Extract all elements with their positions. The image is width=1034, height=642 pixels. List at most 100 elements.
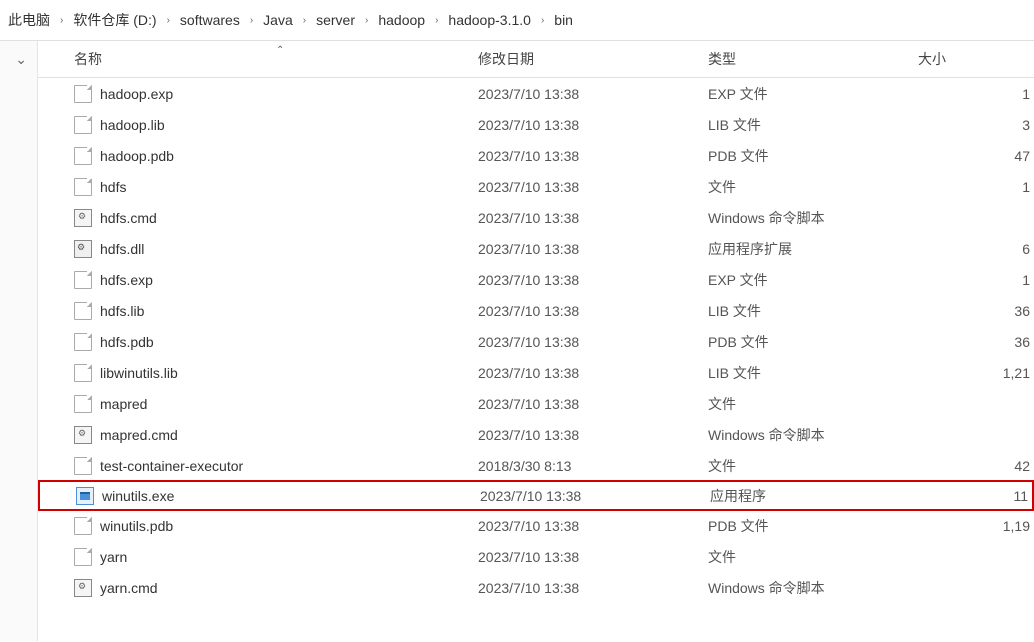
file-name-label: hdfs.dll xyxy=(100,241,144,257)
chevron-right-icon[interactable]: › xyxy=(365,15,368,26)
file-row[interactable]: winutils.exe2023/7/10 13:38应用程序11 xyxy=(38,480,1034,511)
file-name-label: test-container-executor xyxy=(100,458,243,474)
file-date-cell: 2023/7/10 13:38 xyxy=(478,179,708,195)
file-date-cell: 2023/7/10 13:38 xyxy=(478,210,708,226)
file-row[interactable]: yarn.cmd2023/7/10 13:38Windows 命令脚本 xyxy=(38,572,1034,603)
chevron-right-icon[interactable]: › xyxy=(60,15,63,26)
file-row[interactable]: hadoop.lib2023/7/10 13:38LIB 文件3 xyxy=(38,109,1034,140)
file-type-cell: 文件 xyxy=(708,394,908,414)
breadcrumb-item[interactable]: bin xyxy=(550,10,577,30)
file-row[interactable]: hadoop.pdb2023/7/10 13:38PDB 文件47 xyxy=(38,140,1034,171)
file-date-cell: 2023/7/10 13:38 xyxy=(478,580,708,596)
file-name-label: winutils.pdb xyxy=(100,518,173,534)
file-date-cell: 2023/7/10 13:38 xyxy=(478,549,708,565)
chevron-right-icon[interactable]: › xyxy=(541,15,544,26)
chevron-right-icon[interactable]: › xyxy=(167,15,170,26)
file-type-cell: PDB 文件 xyxy=(708,332,908,352)
blank-file-icon xyxy=(74,271,92,289)
file-size-cell: 42 xyxy=(908,458,1034,474)
chevron-right-icon[interactable]: › xyxy=(250,15,253,26)
breadcrumb-item[interactable]: softwares xyxy=(176,10,244,30)
file-name-cell: hdfs xyxy=(38,178,478,196)
breadcrumb-item[interactable]: server xyxy=(312,10,359,30)
blank-file-icon xyxy=(74,302,92,320)
file-name-cell: hadoop.pdb xyxy=(38,147,478,165)
file-type-cell: 文件 xyxy=(708,177,908,197)
file-name-label: mapred.cmd xyxy=(100,427,178,443)
file-name-label: hdfs xyxy=(100,179,126,195)
file-name-cell: hadoop.exp xyxy=(38,85,478,103)
header-type[interactable]: 类型 xyxy=(708,49,908,69)
file-size-cell: 1 xyxy=(908,86,1034,102)
blank-file-icon xyxy=(74,178,92,196)
file-name-label: libwinutils.lib xyxy=(100,365,178,381)
file-name-label: winutils.exe xyxy=(102,488,174,504)
file-name-cell: test-container-executor xyxy=(38,457,478,475)
file-row[interactable]: hdfs.exp2023/7/10 13:38EXP 文件1 xyxy=(38,264,1034,295)
header-size[interactable]: 大小 xyxy=(908,49,1034,69)
file-type-cell: Windows 命令脚本 xyxy=(708,425,908,445)
file-row[interactable]: hadoop.exp2023/7/10 13:38EXP 文件1 xyxy=(38,78,1034,109)
breadcrumb-item[interactable]: Java xyxy=(259,10,297,30)
file-size-cell: 1 xyxy=(908,179,1034,195)
breadcrumb: 此电脑 › 软件仓库 (D:) › softwares › Java › server › hado… xyxy=(0,0,1034,41)
chevron-down-icon[interactable]: ⌄ xyxy=(15,51,27,68)
chevron-right-icon[interactable]: › xyxy=(303,15,306,26)
breadcrumb-item[interactable]: hadoop xyxy=(374,10,429,30)
chevron-right-icon[interactable]: › xyxy=(435,15,438,26)
file-type-cell: LIB 文件 xyxy=(708,363,908,383)
blank-file-icon xyxy=(74,517,92,535)
blank-file-icon xyxy=(74,395,92,413)
sort-indicator-icon: ⌃ xyxy=(276,45,284,56)
file-name-cell: hdfs.lib xyxy=(38,302,478,320)
file-name-cell: mapred xyxy=(38,395,478,413)
file-row[interactable]: mapred.cmd2023/7/10 13:38Windows 命令脚本 xyxy=(38,419,1034,450)
file-row[interactable]: hdfs.dll2023/7/10 13:38应用程序扩展6 xyxy=(38,233,1034,264)
blank-file-icon xyxy=(74,548,92,566)
file-rows: hadoop.exp2023/7/10 13:38EXP 文件1hadoop.l… xyxy=(38,78,1034,603)
file-row[interactable]: libwinutils.lib2023/7/10 13:38LIB 文件1,21 xyxy=(38,357,1034,388)
file-name-cell: mapred.cmd xyxy=(38,426,478,444)
file-date-cell: 2023/7/10 13:38 xyxy=(478,148,708,164)
file-row[interactable]: hdfs 2023/7/10 13:38文件1 xyxy=(38,171,1034,202)
file-row[interactable]: winutils.pdb2023/7/10 13:38PDB 文件1,19 xyxy=(38,510,1034,541)
file-name-label: hdfs.lib xyxy=(100,303,144,319)
blank-file-icon xyxy=(74,147,92,165)
file-name-label: yarn xyxy=(100,549,127,565)
file-type-cell: EXP 文件 xyxy=(708,84,908,104)
file-row[interactable]: hdfs.pdb2023/7/10 13:38PDB 文件36 xyxy=(38,326,1034,357)
quick-access-sidebar[interactable]: ⌄ xyxy=(0,41,38,641)
breadcrumb-item[interactable]: 此电脑 xyxy=(4,8,54,32)
file-name-cell: hdfs.cmd xyxy=(38,209,478,227)
file-type-cell: PDB 文件 xyxy=(708,516,908,536)
file-row[interactable]: test-container-executor2018/3/30 8:13文件4… xyxy=(38,450,1034,481)
cmd-file-icon xyxy=(74,579,92,597)
breadcrumb-item[interactable]: hadoop-3.1.0 xyxy=(444,10,535,30)
exe-file-icon xyxy=(76,487,94,505)
file-type-cell: LIB 文件 xyxy=(708,301,908,321)
file-name-label: hadoop.lib xyxy=(100,117,165,133)
file-row[interactable]: hdfs.lib2023/7/10 13:38LIB 文件36 xyxy=(38,295,1034,326)
file-name-label: hadoop.exp xyxy=(100,86,173,102)
blank-file-icon xyxy=(74,364,92,382)
file-row[interactable]: mapred2023/7/10 13:38文件 xyxy=(38,388,1034,419)
file-name-cell: winutils.pdb xyxy=(38,517,478,535)
breadcrumb-item[interactable]: 软件仓库 (D:) xyxy=(69,8,160,32)
file-type-cell: 文件 xyxy=(708,456,908,476)
header-name[interactable]: 名称 ⌃ xyxy=(38,49,478,69)
blank-file-icon xyxy=(74,116,92,134)
cmd-file-icon xyxy=(74,209,92,227)
cmd-file-icon xyxy=(74,426,92,444)
blank-file-icon xyxy=(74,333,92,351)
file-name-label: yarn.cmd xyxy=(100,580,158,596)
file-size-cell: 36 xyxy=(908,303,1034,319)
file-row[interactable]: hdfs.cmd2023/7/10 13:38Windows 命令脚本 xyxy=(38,202,1034,233)
file-name-cell: libwinutils.lib xyxy=(38,364,478,382)
file-size-cell: 47 xyxy=(908,148,1034,164)
file-type-cell: EXP 文件 xyxy=(708,270,908,290)
file-name-cell: hadoop.lib xyxy=(38,116,478,134)
file-row[interactable]: yarn2023/7/10 13:38文件 xyxy=(38,541,1034,572)
header-name-label: 名称 xyxy=(74,51,102,67)
file-date-cell: 2023/7/10 13:38 xyxy=(478,241,708,257)
header-date[interactable]: 修改日期 xyxy=(478,49,708,69)
